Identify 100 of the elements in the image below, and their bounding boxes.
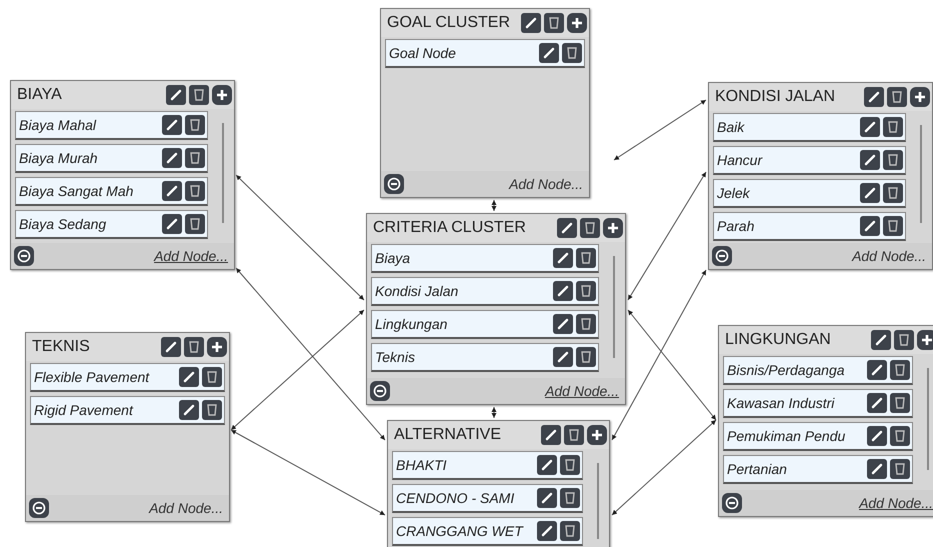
edit-button[interactable] [541,425,561,445]
delete-button[interactable] [883,117,903,137]
collapse-button[interactable] [384,174,404,194]
edit-button[interactable] [867,459,887,479]
add-button[interactable] [587,425,607,445]
scrollbar[interactable] [597,463,599,539]
add-button[interactable] [917,330,933,350]
edit-button[interactable] [553,281,573,301]
edit-button[interactable] [553,347,573,367]
delete-button[interactable] [560,455,580,475]
node-row[interactable]: Bisnis/Perdaganga [723,356,913,385]
delete-button[interactable] [887,87,907,107]
delete-button[interactable] [189,85,209,105]
edit-button[interactable] [553,314,573,334]
delete-button[interactable] [883,183,903,203]
delete-button[interactable] [544,13,564,33]
edit-button[interactable] [162,148,182,168]
edit-button[interactable] [867,426,887,446]
node-row[interactable]: Pemukiman Pendu [723,422,913,451]
node-row[interactable]: Biaya Sedang [15,210,208,239]
add-button[interactable] [910,87,930,107]
delete-button[interactable] [890,459,910,479]
delete-button[interactable] [576,347,596,367]
delete-button[interactable] [890,426,910,446]
add-button[interactable] [567,13,587,33]
node-row[interactable]: Flexible Pavement [30,363,225,392]
delete-button[interactable] [883,150,903,170]
edit-button[interactable] [867,393,887,413]
add-button[interactable] [207,337,227,357]
add-button[interactable] [603,218,623,238]
collapse-button[interactable] [29,498,49,518]
scrollbar[interactable] [920,125,922,223]
node-row[interactable]: Pertanian [723,455,913,484]
delete-button[interactable] [564,425,584,445]
node-row[interactable]: CENDONO - SAMI [392,484,583,513]
edit-button[interactable] [860,216,880,236]
scrollbar[interactable] [222,123,224,223]
delete-button[interactable] [202,367,222,387]
node-row[interactable]: Kawasan Industri [723,389,913,418]
node-row[interactable]: CRANGGANG WET [392,517,583,546]
edit-button[interactable] [860,150,880,170]
delete-button[interactable] [202,400,222,420]
node-row[interactable]: Biaya Mahal [15,111,208,140]
edit-button[interactable] [162,115,182,135]
delete-button[interactable] [580,218,600,238]
delete-button[interactable] [560,521,580,541]
collapse-button[interactable] [722,493,742,513]
node-row[interactable]: Goal Node [385,39,585,68]
edit-button[interactable] [864,87,884,107]
edit-button[interactable] [521,13,541,33]
collapse-button[interactable] [370,381,390,401]
edit-button[interactable] [553,248,573,268]
node-row[interactable]: Biaya Murah [15,144,208,173]
node-row[interactable]: Baik [713,113,906,142]
edit-button[interactable] [162,181,182,201]
delete-button[interactable] [185,115,205,135]
node-row[interactable]: Rigid Pavement [30,396,225,425]
edit-button[interactable] [539,43,559,63]
delete-button[interactable] [184,337,204,357]
edit-button[interactable] [166,85,186,105]
scrollbar[interactable] [613,256,615,358]
node-row[interactable]: Biaya [371,244,599,273]
edit-button[interactable] [179,367,199,387]
delete-button[interactable] [894,330,914,350]
node-row[interactable]: Hancur [713,146,906,175]
delete-button[interactable] [890,393,910,413]
add-button[interactable] [212,85,232,105]
node-row[interactable]: Parah [713,212,906,241]
node-row[interactable]: Teknis [371,343,599,372]
delete-button[interactable] [576,281,596,301]
node-row[interactable]: BHAKTI [392,451,583,480]
edit-button[interactable] [860,117,880,137]
edit-button[interactable] [860,183,880,203]
edit-button[interactable] [537,521,557,541]
delete-button[interactable] [185,214,205,234]
pencil-icon [165,184,179,198]
scrollbar[interactable] [927,368,929,470]
edit-button[interactable] [871,330,891,350]
delete-button[interactable] [883,216,903,236]
node-row[interactable]: Biaya Sangat Mah [15,177,208,206]
delete-button[interactable] [562,43,582,63]
node-row[interactable]: Lingkungan [371,310,599,339]
delete-button[interactable] [185,148,205,168]
edit-button[interactable] [537,455,557,475]
edit-button[interactable] [179,400,199,420]
edit-button[interactable] [161,337,181,357]
edit-button[interactable] [162,214,182,234]
node-row[interactable]: Jelek [713,179,906,208]
delete-button[interactable] [560,488,580,508]
add-node-link[interactable]: Add Node... [545,383,619,399]
collapse-button[interactable] [712,246,732,266]
delete-button[interactable] [185,181,205,201]
delete-button[interactable] [890,360,910,380]
node-row[interactable]: Kondisi Jalan [371,277,599,306]
edit-button[interactable] [537,488,557,508]
delete-button[interactable] [576,314,596,334]
edit-button[interactable] [867,360,887,380]
delete-button[interactable] [576,248,596,268]
edit-button[interactable] [557,218,577,238]
collapse-button[interactable] [14,246,34,266]
